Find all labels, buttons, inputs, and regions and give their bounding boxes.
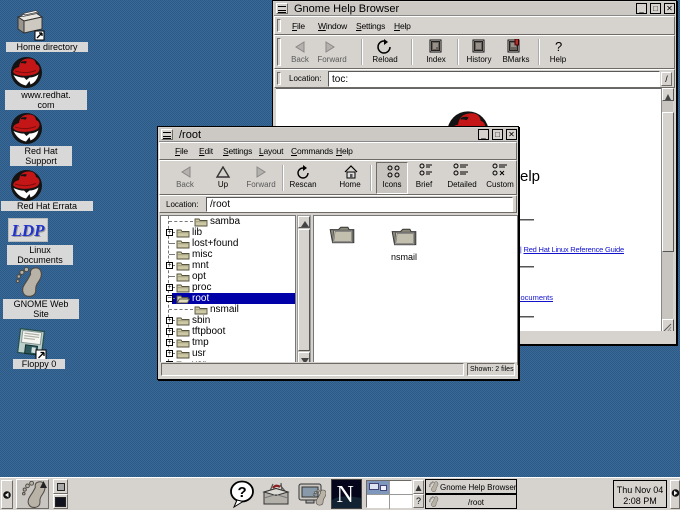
svg-text:?: ? <box>555 39 562 54</box>
svg-text:?: ? <box>238 484 247 501</box>
svg-text:N: N <box>337 482 354 508</box>
